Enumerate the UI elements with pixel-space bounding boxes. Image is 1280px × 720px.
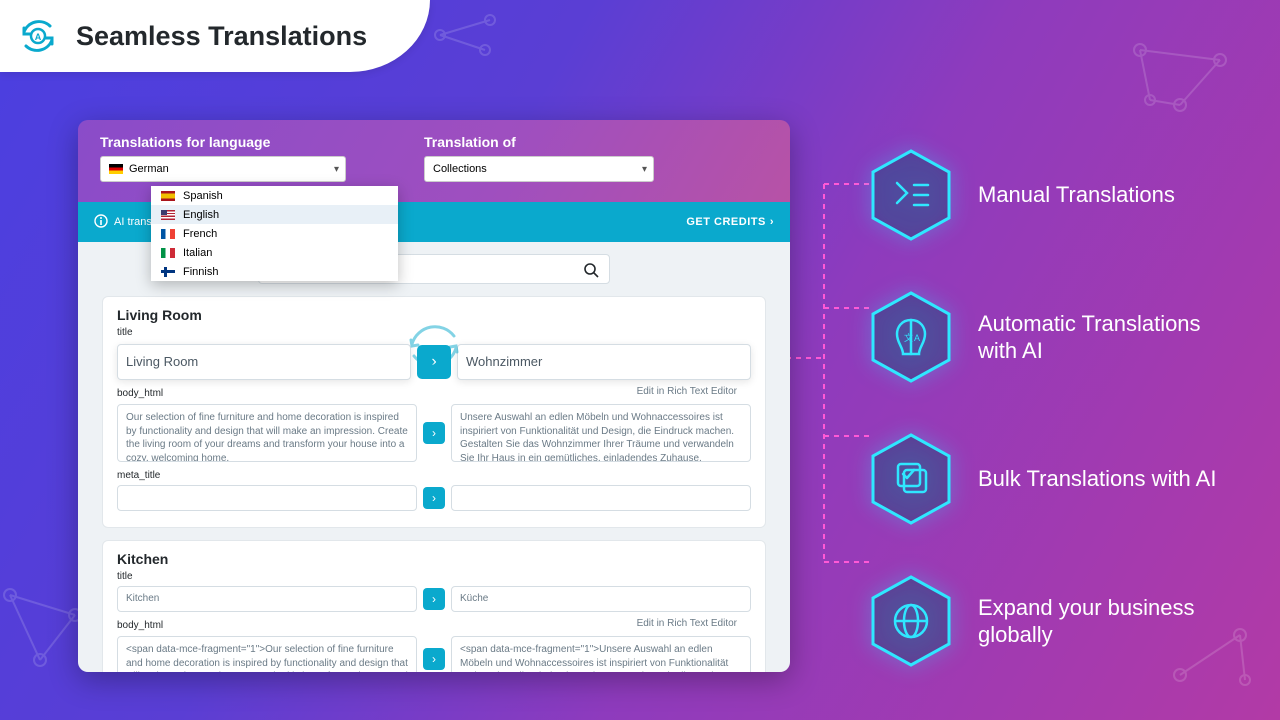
translation-of-selected-value: Collections: [433, 163, 487, 175]
svg-text:A: A: [35, 32, 42, 42]
app-title: Seamless Translations: [76, 21, 367, 52]
language-option[interactable]: Spanish: [151, 186, 398, 205]
app-logo-icon: A: [18, 16, 58, 56]
translate-button[interactable]: ›: [423, 588, 445, 610]
source-textarea[interactable]: Our selection of fine furniture and home…: [117, 404, 417, 462]
chevron-right-icon: ›: [770, 216, 774, 228]
source-textarea[interactable]: <span data-mce-fragment="1">Our selectio…: [117, 636, 417, 672]
feature-item: Manual Translations: [870, 148, 1238, 242]
flag-it-icon: [161, 248, 175, 258]
field-label: body_html: [117, 388, 163, 399]
feature-label: Automatic Translations with AI: [978, 310, 1238, 365]
flag-de-icon: [109, 164, 123, 174]
target-input[interactable]: [451, 485, 751, 511]
source-input[interactable]: Kitchen: [117, 586, 417, 612]
edit-rich-text-link[interactable]: Edit in Rich Text Editor: [637, 618, 737, 629]
info-icon: [94, 214, 108, 231]
feature-item: Expand your business globally: [870, 574, 1238, 668]
language-option[interactable]: English: [151, 205, 398, 224]
language-selected-value: German: [129, 163, 169, 175]
flag-es-icon: [161, 191, 175, 201]
translate-button[interactable]: ›: [423, 422, 445, 444]
target-textarea[interactable]: <span data-mce-fragment="1">Unsere Auswa…: [451, 636, 751, 672]
flag-fr-icon: [161, 229, 175, 239]
collection-card: Kitchen title Kitchen › Küche body_html …: [102, 540, 766, 672]
cycle-arrows-icon: [402, 314, 466, 378]
feature-label: Expand your business globally: [978, 594, 1238, 649]
field-label: meta_title: [117, 470, 751, 481]
feature-hex-icon: 文A: [870, 290, 952, 384]
field-label: body_html: [117, 620, 163, 631]
card-heading: Kitchen: [117, 551, 751, 567]
target-input[interactable]: Küche: [451, 586, 751, 612]
feature-hex-icon: [870, 148, 952, 242]
search-icon: [583, 262, 599, 278]
svg-text:文: 文: [904, 332, 913, 343]
translate-button[interactable]: ›: [423, 648, 445, 670]
get-credits-button[interactable]: GET CREDITS ›: [686, 216, 774, 228]
language-dropdown: Spanish English French Italian Finnish: [151, 186, 398, 281]
language-option[interactable]: Italian: [151, 243, 398, 262]
flag-fi-icon: [161, 267, 175, 277]
collection-card: Living Room title Living Room › Wohnzimm…: [102, 296, 766, 528]
field-label: title: [117, 571, 751, 582]
features-list: Manual Translations 文A Automatic Transla…: [870, 148, 1238, 668]
translation-of-label: Translation of: [424, 134, 654, 150]
source-input[interactable]: [117, 485, 417, 511]
feature-label: Manual Translations: [978, 181, 1175, 209]
header-ribbon: A Seamless Translations: [0, 0, 430, 72]
language-selector-label: Translations for language: [100, 134, 346, 150]
target-input[interactable]: Wohnzimmer: [457, 344, 751, 380]
flag-us-icon: [161, 210, 175, 220]
language-option[interactable]: Finnish: [151, 262, 398, 281]
source-input[interactable]: Living Room: [117, 344, 411, 380]
feature-hex-icon: [870, 432, 952, 526]
target-textarea[interactable]: Unsere Auswahl an edlen Möbeln und Wohna…: [451, 404, 751, 462]
svg-text:A: A: [914, 333, 920, 343]
feature-hex-icon: [870, 574, 952, 668]
language-selector[interactable]: German: [100, 156, 346, 182]
translate-button[interactable]: ›: [423, 487, 445, 509]
edit-rich-text-link[interactable]: Edit in Rich Text Editor: [637, 386, 737, 397]
translation-of-selector[interactable]: Collections: [424, 156, 654, 182]
feature-item: 文A Automatic Translations with AI: [870, 290, 1238, 384]
feature-label: Bulk Translations with AI: [978, 465, 1216, 493]
panel-body: Living Room title Living Room › Wohnzimm…: [78, 242, 790, 672]
language-option[interactable]: French: [151, 224, 398, 243]
feature-item: Bulk Translations with AI: [870, 432, 1238, 526]
